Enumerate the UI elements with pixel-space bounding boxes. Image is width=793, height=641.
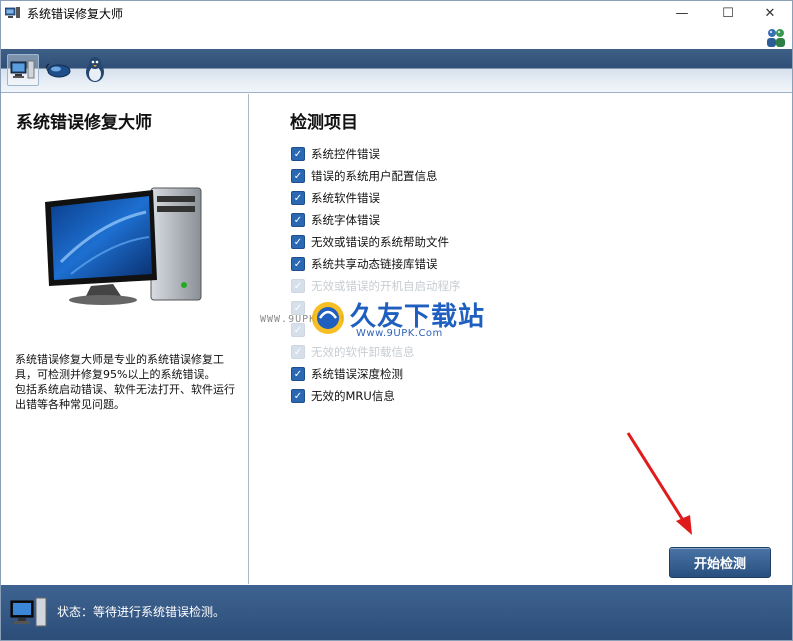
status-computer-icon <box>10 597 47 627</box>
checkbox[interactable]: ✓ <box>291 279 305 293</box>
watermark: WWW.9UPK.COM 久友下载站 Www.9UPK.Com <box>250 294 580 342</box>
minimize-button[interactable]: — <box>659 1 705 25</box>
toolbar <box>1 49 792 93</box>
app-computer-icon <box>5 7 20 18</box>
checkbox[interactable]: ✓ <box>291 191 305 205</box>
check-item-label: 系统错误深度检测 <box>311 367 403 381</box>
check-item[interactable]: ✓ 错误的系统用户配置信息 <box>291 165 461 187</box>
check-item-label: 系统软件错误 <box>311 191 380 205</box>
checkbox[interactable]: ✓ <box>291 235 305 249</box>
help-users-icon[interactable] <box>764 25 788 49</box>
right-check-panel: 检测项目 ✓ 系统控件错误 ✓ 错误的系统用户配置信息 ✓ 系统软件错误 ✓ 系统字体错误 ✓ 无… <box>250 94 792 584</box>
check-item[interactable]: ✓ 系统错误深度检测 <box>291 363 461 385</box>
check-item[interactable]: ✓ 系统共享动态链接库错误 <box>291 253 461 275</box>
check-item[interactable]: ✓ 系统字体错误 <box>291 209 461 231</box>
checkbox[interactable]: ✓ <box>291 389 305 403</box>
toolbar-mouse-button[interactable] <box>43 54 75 86</box>
checkbox[interactable]: ✓ <box>291 147 305 161</box>
checkbox[interactable]: ✓ <box>291 213 305 227</box>
status-bar: 状态：等待进行系统错误检测。 <box>1 585 792 640</box>
maximize-button[interactable]: ☐ <box>705 1 751 25</box>
left-info-panel: 系统错误修复大师 系统错误修复大师是专业的系统错误修复工具，可检测并修复95%以… <box>1 94 249 584</box>
status-text: 状态：等待进行系统错误检测。 <box>57 605 226 619</box>
check-item[interactable]: ✓ 无效的MRU信息 <box>291 385 461 407</box>
check-item-label: 系统控件错误 <box>311 147 380 161</box>
toolbar-computer-button[interactable] <box>7 54 39 86</box>
left-panel-description: 系统错误修复大师是专业的系统错误修复工具，可检测并修复95%以上的系统错误。 包… <box>15 353 235 411</box>
watermark-logo-icon <box>312 302 344 334</box>
title-bar: 系统错误修复大师 — ☐ ✕ <box>1 1 792 25</box>
check-item[interactable]: ✓ 无效或错误的系统帮助文件 <box>291 231 461 253</box>
check-item-list: ✓ 系统控件错误 ✓ 错误的系统用户配置信息 ✓ 系统软件错误 ✓ 系统字体错误 ✓ 无效或错误的… <box>291 143 461 407</box>
watermark-url: Www.9UPK.Com <box>356 328 443 339</box>
check-item-label: 无效的软件卸载信息 <box>311 345 415 359</box>
app-window: 系统错误修复大师 — ☐ ✕ 系统错误修复大师 系统错误修复大师是专业的系统错误… <box>0 0 793 641</box>
toolbar-penguin-button[interactable] <box>79 54 111 86</box>
desktop-computer-illustration <box>45 187 202 305</box>
check-item-label: 系统字体错误 <box>311 213 380 227</box>
red-arrow-annotation <box>626 432 692 535</box>
close-button[interactable]: ✕ <box>747 1 793 25</box>
start-scan-button[interactable]: 开始检测 <box>669 547 771 578</box>
checkbox[interactable]: ✓ <box>291 367 305 381</box>
check-item-label: 无效的MRU信息 <box>311 389 395 403</box>
check-item[interactable]: ✓ 系统软件错误 <box>291 187 461 209</box>
check-item-label: 系统共享动态链接库错误 <box>311 257 438 271</box>
left-panel-title: 系统错误修复大师 <box>16 113 152 133</box>
check-item[interactable]: ✓ 系统控件错误 <box>291 143 461 165</box>
mouse-icon <box>46 63 71 78</box>
check-item-label: 错误的系统用户配置信息 <box>311 169 438 183</box>
check-item-label: 无效或错误的开机自启动程序 <box>311 279 461 293</box>
checkbox[interactable]: ✓ <box>291 169 305 183</box>
window-title: 系统错误修复大师 <box>27 7 124 21</box>
right-panel-title: 检测项目 <box>290 113 358 133</box>
check-item[interactable]: ✓ 无效的软件卸载信息 <box>291 341 461 363</box>
checkbox[interactable]: ✓ <box>291 345 305 359</box>
check-item-label: 无效或错误的系统帮助文件 <box>311 235 449 249</box>
penguin-icon <box>86 57 104 82</box>
computer-icon <box>10 60 35 79</box>
checkbox[interactable]: ✓ <box>291 257 305 271</box>
